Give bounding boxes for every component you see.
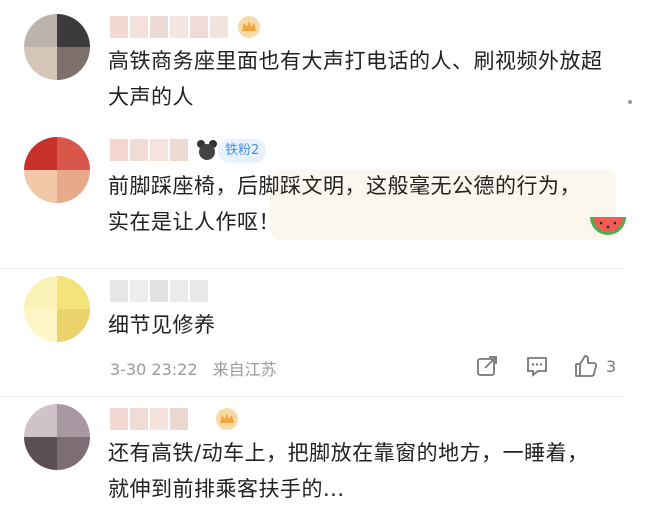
thumbs-up-icon <box>575 355 598 377</box>
divider <box>0 396 624 397</box>
comment-2: 铁粉2 前脚踩座椅，后脚踩文明，这般毫无公德的行为， 实在是让人作呕！ <box>0 125 660 265</box>
avatar[interactable] <box>24 14 90 80</box>
username-blurred[interactable] <box>110 139 206 161</box>
comment-time: 3-30 23:22 <box>110 360 198 379</box>
fan-level-badge[interactable]: 铁粉2 <box>218 139 267 163</box>
like-count: 3 <box>606 356 617 376</box>
divider <box>0 268 624 269</box>
comment-1: 高铁商务座里面也有大声打电话的人、刷视频外放超 大声的人 <box>0 0 660 120</box>
comment-meta: 3-30 23:22 来自江苏 <box>110 356 287 380</box>
bear-badge-icon <box>197 140 217 160</box>
crown-badge-icon <box>216 408 238 430</box>
comment-text-line-1: 高铁商务座里面也有大声打电话的人、刷视频外放超 <box>108 49 603 73</box>
comment-text-line-2: 大声的人 <box>108 85 194 109</box>
username-blurred[interactable] <box>110 408 210 430</box>
watermelon-icon <box>590 217 626 235</box>
comment-3: 细节见修养 <box>0 272 660 392</box>
comment-bubble-icon <box>527 357 547 377</box>
comment-4: 还有高铁/动车上，把脚放在靠窗的地方，一睡着， 就伸到前排乘客扶手的... <box>0 400 660 520</box>
comment-location: 来自江苏 <box>212 360 277 379</box>
username-blurred[interactable] <box>110 16 240 38</box>
reply-button[interactable] <box>526 352 548 380</box>
comment-text-line-1: 还有高铁/动车上，把脚放在靠窗的地方，一睡着， <box>108 441 589 465</box>
like-button[interactable]: 3 <box>574 352 616 380</box>
comment-text-line-1: 前脚踩座椅，后脚踩文明，这般毫无公德的行为， <box>108 174 581 198</box>
comment-text: 细节见修养 <box>108 313 216 337</box>
share-icon <box>477 356 497 376</box>
comment-text-line-2: 就伸到前排乘客扶手的... <box>108 477 345 501</box>
share-button[interactable] <box>476 352 498 380</box>
avatar[interactable] <box>24 137 90 203</box>
more-dot <box>628 100 632 104</box>
avatar[interactable] <box>24 276 90 342</box>
avatar[interactable] <box>24 404 90 470</box>
comment-text-line-2: 实在是让人作呕！ <box>108 210 280 234</box>
username-blurred[interactable] <box>110 280 220 302</box>
crown-badge-icon <box>238 16 260 38</box>
